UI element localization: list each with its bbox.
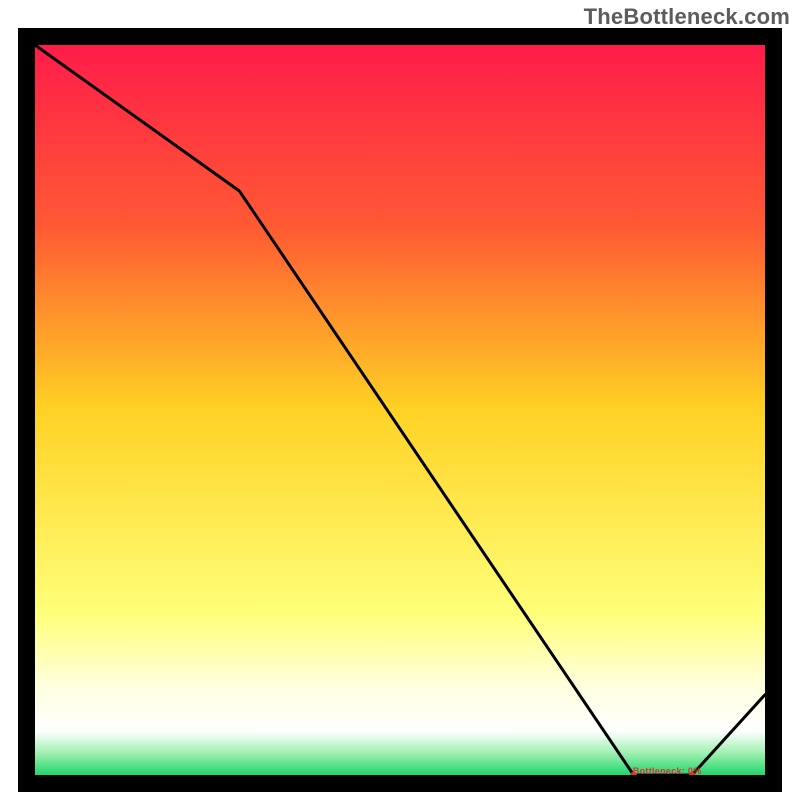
chart-frame: Bottleneck: 0%: [18, 28, 782, 792]
chart-stage: TheBottleneck.com Bottleneck: 0%: [0, 0, 800, 800]
marker-label: Bottleneck: 0%: [633, 766, 702, 776]
gradient-background: [35, 45, 765, 775]
watermark-text: TheBottleneck.com: [584, 4, 790, 30]
chart-plot: [35, 45, 765, 775]
